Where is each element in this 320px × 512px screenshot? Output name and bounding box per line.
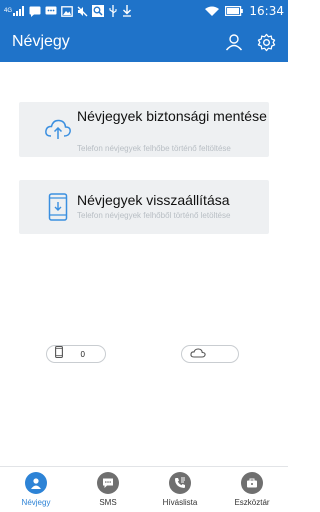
account-icon[interactable] [224, 32, 244, 52]
status-time: 16:34 [249, 4, 284, 18]
restore-subtitle: Telefon névjegyek felhőből történő letöl… [77, 211, 231, 220]
phone-download-icon [43, 192, 73, 222]
nav-tab-contacts[interactable]: Névjegy [0, 467, 72, 512]
backup-subtitle: Telefon névjegyek felhőbe történő feltöl… [77, 144, 231, 153]
network-label: 4G [4, 8, 13, 14]
nav-tab-sms[interactable]: SMS [72, 467, 144, 512]
cloud-contacts-count [181, 345, 239, 363]
nav-tab-call-log[interactable]: Híváslista [144, 467, 216, 512]
nav-label-sms: SMS [99, 498, 117, 507]
phone-contacts-count: 0 [46, 345, 106, 363]
app-bar: Névjegy [0, 22, 288, 62]
settings-icon[interactable] [256, 32, 276, 52]
image-icon [61, 5, 73, 17]
call-log-icon [169, 472, 191, 494]
mute-icon [77, 6, 88, 17]
restore-card[interactable]: Névjegyek visszaállítása Telefon névjegy… [19, 180, 269, 234]
status-left-icons: 4G [4, 5, 132, 17]
search-icon [92, 5, 105, 17]
nav-tab-toolbox[interactable]: Eszköztár [216, 467, 288, 512]
usb-icon [108, 5, 118, 17]
battery-icon [225, 6, 244, 16]
cloud-icon [190, 345, 206, 363]
nav-label-toolbox: Eszköztár [234, 498, 270, 507]
chat-icon [45, 6, 57, 17]
backup-title: Névjegyek biztonsági mentése [77, 108, 267, 124]
phone-icon [55, 345, 63, 363]
wifi-icon [205, 6, 220, 16]
toolbox-icon [241, 472, 263, 494]
nav-label-call-log: Híváslista [162, 498, 198, 507]
message-icon [29, 6, 41, 17]
nav-label-contacts: Névjegy [21, 498, 51, 507]
page-title: Névjegy [12, 33, 70, 50]
bottom-navigation: Névjegy SMS Híváslista Eszköztár [0, 466, 288, 512]
cloud-upload-icon [43, 114, 73, 144]
status-right-icons: 16:34 [205, 4, 284, 18]
signal-icon: 4G [4, 6, 25, 16]
status-bar: 4G 16:34 [0, 0, 288, 22]
contacts-icon [25, 472, 47, 494]
app-bar-actions [224, 32, 276, 52]
download-icon [122, 5, 132, 17]
backup-card[interactable]: Névjegyek biztonsági mentése Telefon név… [19, 102, 269, 157]
restore-title: Névjegyek visszaállítása [77, 192, 230, 208]
phone-count-value: 0 [80, 349, 85, 359]
sms-icon [97, 472, 119, 494]
